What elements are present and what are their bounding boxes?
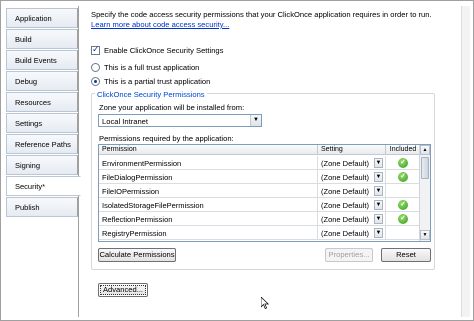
- project-properties-window: Application Build Build Events Debug Res…: [0, 0, 474, 321]
- sidebar-item-debug[interactable]: Debug: [6, 71, 78, 91]
- permission-cell: RegistryPermission: [99, 226, 318, 240]
- chevron-down-icon[interactable]: ▼: [374, 228, 383, 238]
- sidebar-item-application[interactable]: Application: [6, 8, 78, 28]
- sidebar-item-security[interactable]: Security*: [6, 176, 81, 196]
- mouse-cursor-icon: [261, 297, 269, 309]
- permission-cell: EnvironmentPermission: [99, 156, 318, 170]
- included-check-icon: ✓: [398, 214, 408, 224]
- zone-label: Zone your application will be installed …: [99, 103, 245, 112]
- full-trust-label: This is a full trust application: [104, 63, 200, 72]
- column-permission[interactable]: Permission: [99, 145, 318, 155]
- table-row[interactable]: EnvironmentPermission (Zone Default) ▼ ✓: [99, 156, 421, 170]
- included-check-icon: ✓: [398, 158, 408, 168]
- enable-security-checkbox[interactable]: Enable ClickOnce Security Settings: [91, 44, 224, 55]
- table-row[interactable]: FileIOPermission (Zone Default) ▼: [99, 184, 421, 198]
- table-row[interactable]: RegistryPermission (Zone Default) ▼: [99, 226, 421, 240]
- security-page: Specify the code access security permiss…: [78, 6, 470, 317]
- included-check-icon: ✓: [398, 172, 408, 182]
- permissions-grid[interactable]: Permission Setting Included EnvironmentP…: [98, 144, 431, 242]
- chevron-down-icon[interactable]: ▼: [374, 172, 383, 182]
- chevron-down-icon[interactable]: ▼: [250, 115, 261, 126]
- grid-vertical-scrollbar[interactable]: ▲ ▼: [419, 145, 430, 241]
- grid-header: Permission Setting Included: [99, 145, 421, 155]
- properties-button[interactable]: Properties...: [325, 248, 373, 262]
- partial-trust-radio[interactable]: This is a partial trust application: [91, 77, 210, 86]
- zone-value: Local Intranet: [102, 117, 149, 126]
- zone-dropdown[interactable]: Local Intranet ▼: [98, 114, 262, 127]
- security-description: Specify the code access security permiss…: [91, 10, 461, 30]
- advanced-button[interactable]: Advanced...: [98, 283, 148, 297]
- chevron-down-icon[interactable]: ▼: [374, 214, 383, 224]
- sidebar-item-build[interactable]: Build: [6, 29, 78, 49]
- sidebar-item-reference-paths[interactable]: Reference Paths: [6, 134, 78, 154]
- sidebar-item-settings[interactable]: Settings: [6, 113, 78, 133]
- scroll-up-icon[interactable]: ▲: [420, 145, 430, 155]
- sidebar-item-resources[interactable]: Resources: [6, 92, 78, 112]
- column-setting[interactable]: Setting: [318, 145, 386, 155]
- table-row[interactable]: ReflectionPermission (Zone Default) ▼ ✓: [99, 212, 421, 226]
- chevron-down-icon[interactable]: ▼: [374, 200, 383, 210]
- enable-security-label: Enable ClickOnce Security Settings: [104, 46, 224, 55]
- permissions-label: Permissions required by the application:: [99, 134, 234, 143]
- calculate-permissions-button[interactable]: Calculate Permissions: [98, 248, 176, 262]
- learn-more-link[interactable]: Learn more about code access security...: [91, 20, 229, 29]
- page-vertical-scrollbar[interactable]: [461, 6, 470, 317]
- checkbox-checked-icon[interactable]: [91, 44, 100, 55]
- scroll-thumb[interactable]: [421, 157, 429, 179]
- radio-unselected-icon[interactable]: [91, 63, 100, 72]
- scroll-down-icon[interactable]: ▼: [420, 230, 430, 240]
- column-included[interactable]: Included: [386, 145, 421, 155]
- permission-cell: ReflectionPermission: [99, 212, 318, 226]
- chevron-down-icon[interactable]: ▼: [374, 158, 383, 168]
- properties-sidebar: Application Build Build Events Debug Res…: [6, 6, 81, 317]
- sidebar-item-signing[interactable]: Signing: [6, 155, 78, 175]
- included-check-icon: ✓: [398, 200, 408, 210]
- permission-cell: IsolatedStorageFilePermission: [99, 198, 318, 212]
- permissions-group-title: ClickOnce Security Permissions: [95, 90, 207, 99]
- table-row[interactable]: IsolatedStorageFilePermission (Zone Defa…: [99, 198, 421, 212]
- full-trust-radio[interactable]: This is a full trust application: [91, 63, 199, 72]
- permission-cell: FileIOPermission: [99, 184, 318, 198]
- radio-selected-icon[interactable]: [91, 77, 100, 86]
- reset-button[interactable]: Reset: [381, 248, 431, 262]
- permission-cell: FileDialogPermission: [99, 170, 318, 184]
- sidebar-item-publish[interactable]: Publish: [6, 197, 78, 217]
- partial-trust-label: This is a partial trust application: [104, 77, 211, 86]
- description-text: Specify the code access security permiss…: [91, 10, 432, 19]
- sidebar-item-build-events[interactable]: Build Events: [6, 50, 78, 70]
- table-row[interactable]: FileDialogPermission (Zone Default) ▼ ✓: [99, 170, 421, 184]
- chevron-down-icon[interactable]: ▼: [374, 186, 383, 196]
